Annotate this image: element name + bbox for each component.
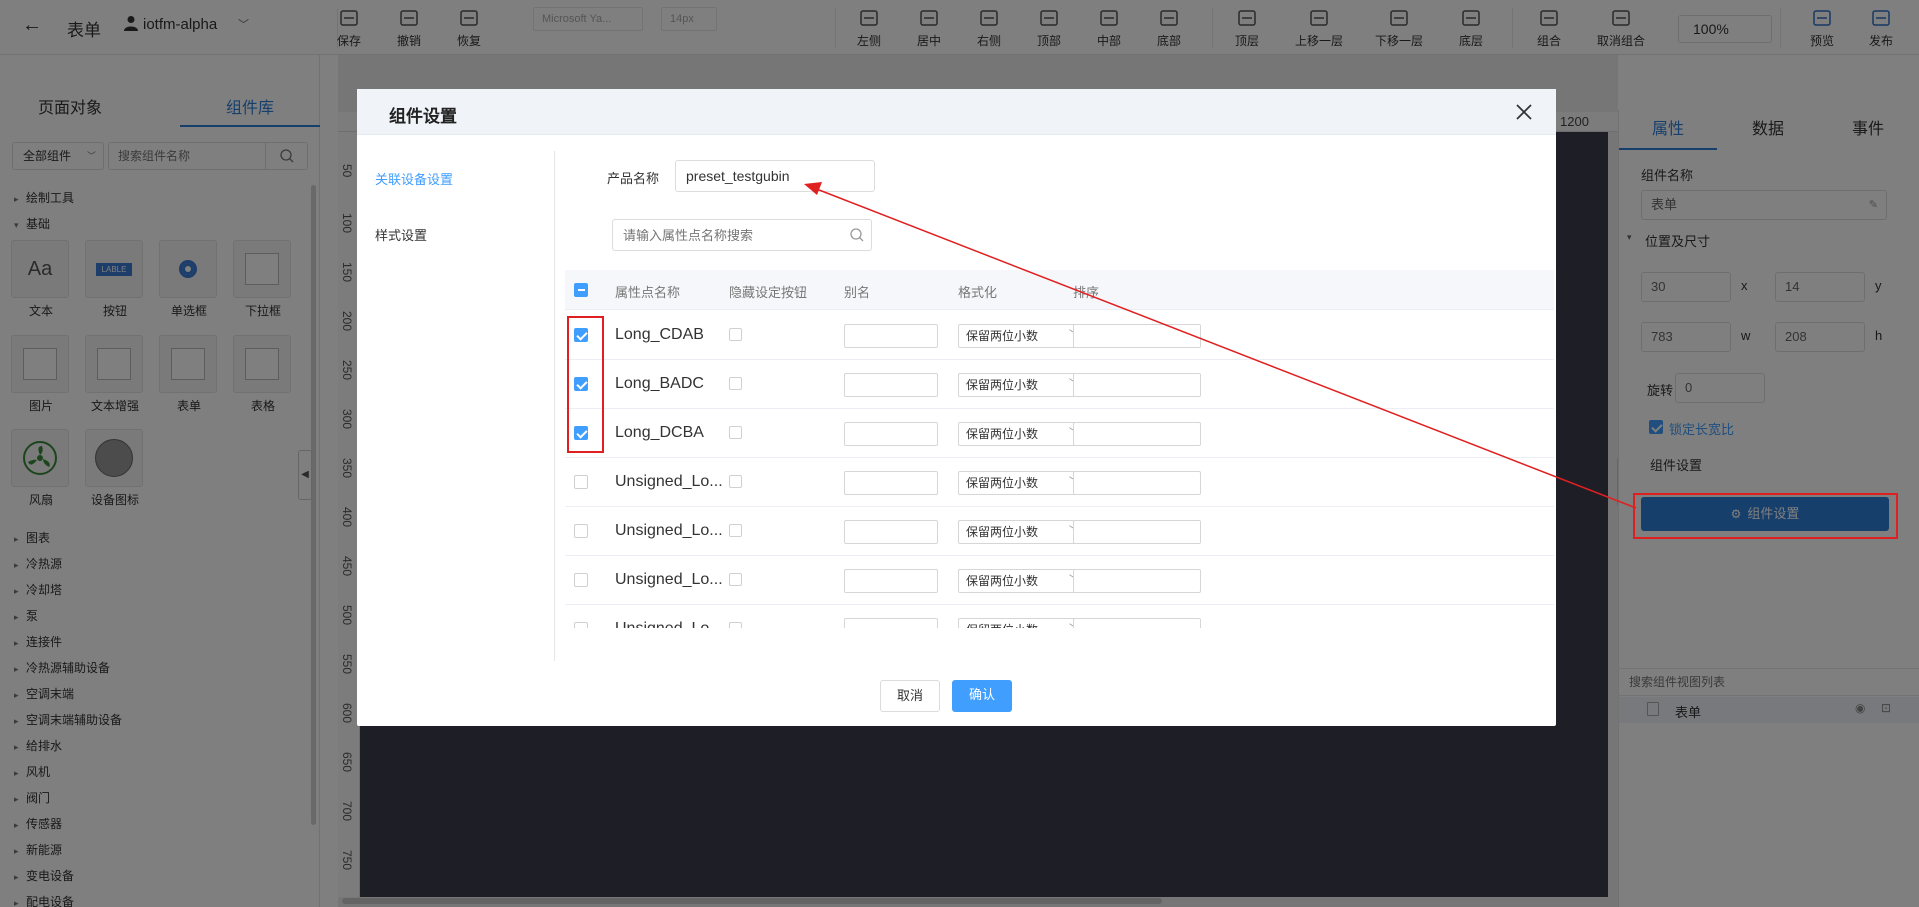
app-root: ← 表单 iotfm-alpha ﹀ + ﹀ 保存撤销恢复左侧居中右侧顶部中部底…: [0, 0, 1919, 907]
annotation-arrow: [804, 182, 1637, 509]
